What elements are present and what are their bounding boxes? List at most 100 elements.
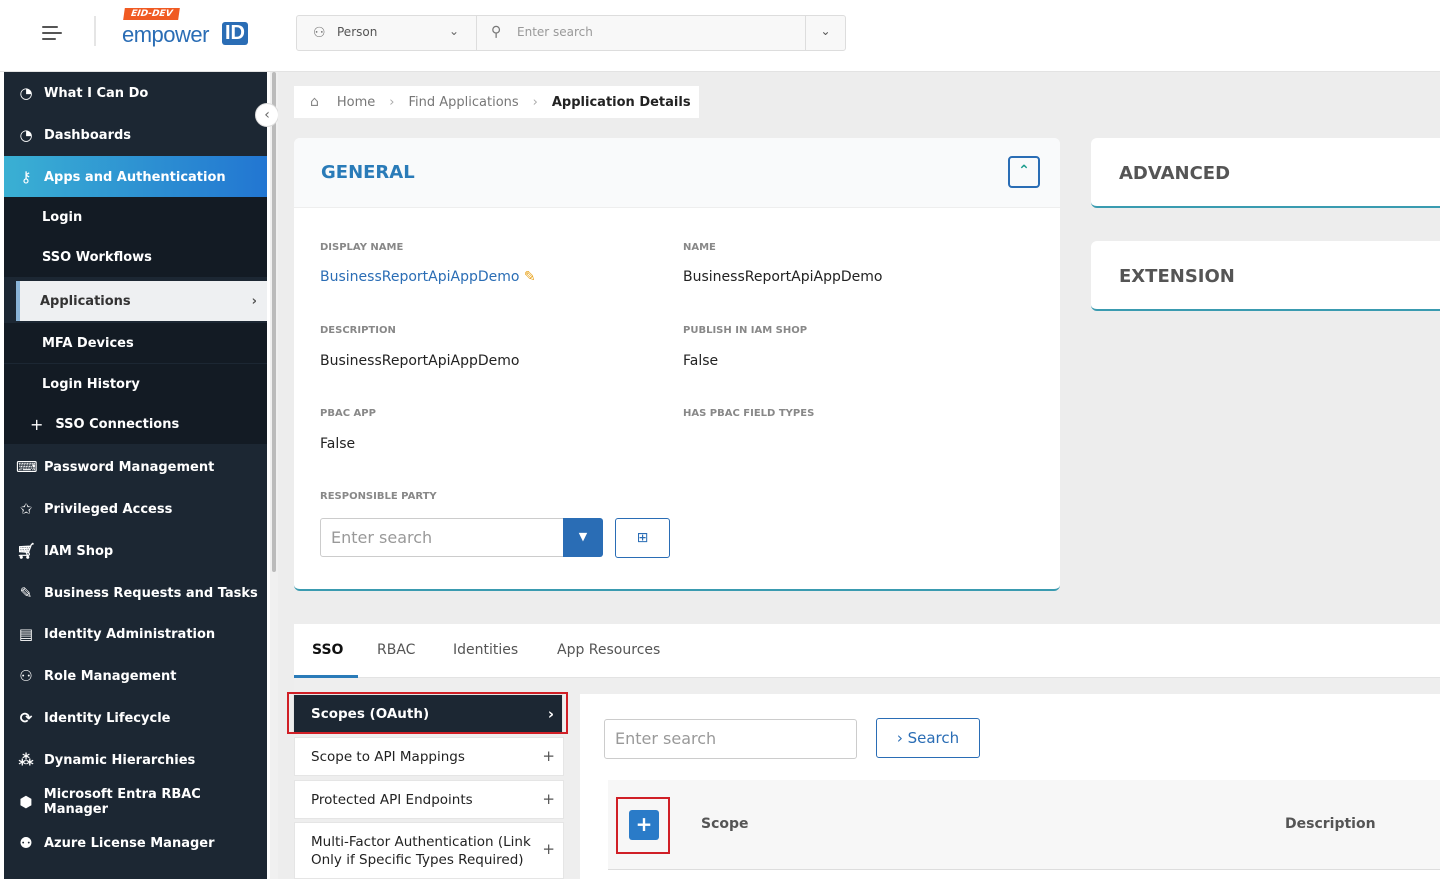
- collapse-card-button[interactable]: ⌃: [1008, 156, 1040, 188]
- sidebar-subitem-login[interactable]: Login: [4, 197, 267, 237]
- sidebar-subitem-label: Login History: [42, 376, 140, 392]
- tab-identities[interactable]: Identities: [453, 642, 518, 658]
- general-title: GENERAL: [321, 162, 415, 183]
- breadcrumb-home[interactable]: Home: [337, 95, 375, 110]
- sidebar-item-entra-rbac-manager[interactable]: ⬢ Microsoft Entra RBAC Manager: [4, 781, 267, 823]
- chevron-right-icon: ›: [532, 94, 538, 110]
- chevron-right-icon: ›: [389, 94, 395, 110]
- home-icon[interactable]: ⌂: [310, 94, 319, 110]
- sidebar-item-label: Apps and Authentication: [44, 169, 226, 185]
- sidebar-item-what-i-can-do[interactable]: ◔ What I Can Do: [4, 72, 267, 114]
- sidebar-subitem-label: Login: [42, 209, 83, 225]
- column-header-scope[interactable]: Scope: [701, 816, 749, 832]
- search-scope-value: Person: [337, 25, 378, 39]
- lookup-icon: ⊞: [636, 530, 649, 546]
- cubes-icon: ⬢: [19, 793, 33, 811]
- plus-icon: +: [542, 790, 555, 808]
- sidebar-item-iam-shop[interactable]: 🛒︎ IAM Shop: [4, 530, 267, 572]
- sidebar-item-identity-administration[interactable]: ▤ Identity Administration: [4, 613, 267, 655]
- sidebar-item-label: Dashboards: [44, 127, 132, 143]
- responsible-party-dropdown[interactable]: ▼: [563, 518, 603, 557]
- general-card: GENERAL ⌃ DISPLAY NAME BusinessReportApi…: [294, 138, 1060, 591]
- extension-card[interactable]: EXTENSION: [1091, 241, 1440, 311]
- collapse-sidebar-button[interactable]: ‹: [255, 103, 279, 127]
- divider: [94, 16, 96, 46]
- sidebar-subitem-sso-workflows[interactable]: SSO Workflows: [4, 237, 267, 277]
- hierarchy-icon: ⁂: [18, 751, 34, 769]
- sidebar-item-dynamic-hierarchies[interactable]: ⁂ Dynamic Hierarchies: [4, 739, 267, 781]
- sidebar-item-label: Password Management: [44, 459, 215, 475]
- sidebar-item-identity-lifecycle[interactable]: ⟳ Identity Lifecycle: [4, 697, 267, 739]
- sidebar-subitem-label: SSO Workflows: [42, 249, 152, 265]
- sidebar-item-apps-and-authentication[interactable]: ⚷ Apps and Authentication: [4, 156, 267, 198]
- gauge-icon: ◔: [19, 126, 33, 144]
- extension-title: EXTENSION: [1119, 266, 1235, 287]
- menu-scope-to-api-mappings[interactable]: Scope to API Mappings +: [294, 737, 564, 776]
- sidebar-item-label: Privileged Access: [44, 501, 173, 517]
- responsible-party-input[interactable]: Enter search: [320, 518, 564, 557]
- name-label: NAME: [683, 242, 716, 253]
- description-value: BusinessReportApiAppDemo: [320, 353, 520, 369]
- sidebar-item-dashboards[interactable]: ◔ Dashboards: [4, 114, 267, 156]
- sidebar-item-label: Microsoft Entra RBAC Manager: [43, 787, 201, 817]
- sidebar-item-label: Role Management: [44, 668, 177, 684]
- sidebar-scrollbar-thumb[interactable]: [272, 72, 276, 572]
- logo-id: ID: [222, 22, 248, 45]
- sidebar-item-password-management[interactable]: ⌨ Password Management: [4, 446, 267, 488]
- sidebar-item-label: IAM Shop: [44, 543, 114, 559]
- publish-value: False: [683, 353, 719, 369]
- user-key-icon: ⚷: [20, 168, 32, 186]
- menu-label: Scope to API Mappings: [311, 749, 465, 765]
- sidebar-subitem-sso-connections[interactable]: + SSO Connections: [4, 404, 267, 444]
- sidebar: ◔ What I Can Do ◔ Dashboards ⚷ Apps and Aut…: [4, 72, 267, 879]
- tab-sso[interactable]: SSO: [312, 642, 343, 658]
- sidebar-item-label: Identity Lifecycle: [44, 710, 171, 726]
- search-scope-select[interactable]: ⚇ Person ⌄: [297, 16, 477, 50]
- sidebar-item-azure-license-manager[interactable]: ⚉ Azure License Manager: [4, 822, 267, 864]
- breadcrumb-current: Application Details: [551, 94, 691, 110]
- cart-icon: 🛒︎: [16, 542, 36, 560]
- id-card-icon: ▤: [18, 625, 34, 643]
- hamburger-icon[interactable]: [42, 26, 66, 42]
- sidebar-item-business-requests[interactable]: ✎ Business Requests and Tasks: [4, 572, 267, 614]
- chevron-left-icon: ‹: [264, 107, 270, 123]
- gauge-icon: ◔: [19, 84, 33, 102]
- sidebar-item-label: Dynamic Hierarchies: [44, 752, 196, 768]
- chevron-down-icon: ⌄: [449, 24, 460, 38]
- display-name-value[interactable]: BusinessReportApiAppDemo ✎: [320, 269, 536, 285]
- scopes-search-button[interactable]: › Search: [876, 718, 980, 758]
- sidebar-item-label: Business Requests and Tasks: [44, 585, 258, 601]
- plus-icon: +: [542, 840, 555, 858]
- chevron-right-icon: ›: [896, 729, 908, 747]
- lifecycle-icon: ⟳: [19, 709, 33, 727]
- sidebar-item-role-management[interactable]: ⚇ Role Management: [4, 655, 267, 697]
- tab-rbac[interactable]: RBAC: [377, 642, 415, 658]
- search-dropdown-button[interactable]: ⌄: [805, 16, 845, 50]
- general-card-header: GENERAL ⌃: [294, 138, 1060, 208]
- menu-protected-api-endpoints[interactable]: Protected API Endpoints +: [294, 780, 564, 819]
- pbac-value: False: [320, 436, 356, 452]
- sidebar-subitem-mfa-devices[interactable]: MFA Devices: [4, 323, 267, 363]
- advanced-card[interactable]: ADVANCED: [1091, 138, 1440, 208]
- tab-app-resources[interactable]: App Resources: [557, 642, 660, 658]
- column-header-description[interactable]: Description: [1285, 816, 1376, 832]
- highlight-box: [616, 797, 670, 854]
- scopes-search-input[interactable]: Enter search: [604, 719, 857, 759]
- plus-icon: +: [542, 747, 555, 765]
- sidebar-subitem-login-history[interactable]: Login History: [4, 364, 267, 404]
- name-value: BusinessReportApiAppDemo: [683, 269, 883, 285]
- global-search: ⚇ Person ⌄ ⚲ Enter search ⌄: [296, 15, 846, 51]
- breadcrumb-find-applications[interactable]: Find Applications: [408, 95, 518, 110]
- advanced-title: ADVANCED: [1119, 163, 1231, 184]
- sidebar-subitem-label: MFA Devices: [42, 335, 134, 351]
- users-group-icon: ⚉: [19, 834, 33, 852]
- pencil-icon[interactable]: ✎: [524, 269, 536, 285]
- logo[interactable]: EID-DEV empower ID: [122, 8, 257, 52]
- sidebar-item-label: What I Can Do: [44, 85, 149, 101]
- sidebar-subitem-applications[interactable]: Applications ›: [16, 281, 267, 321]
- responsible-party-lookup-button[interactable]: ⊞: [615, 518, 670, 558]
- display-name-text: BusinessReportApiAppDemo: [320, 269, 520, 285]
- search-button-label: Search: [907, 729, 960, 747]
- sidebar-item-privileged-access[interactable]: ✩ Privileged Access: [4, 488, 267, 530]
- menu-mfa-link[interactable]: Multi-Factor Authentication (Link Only i…: [294, 822, 564, 879]
